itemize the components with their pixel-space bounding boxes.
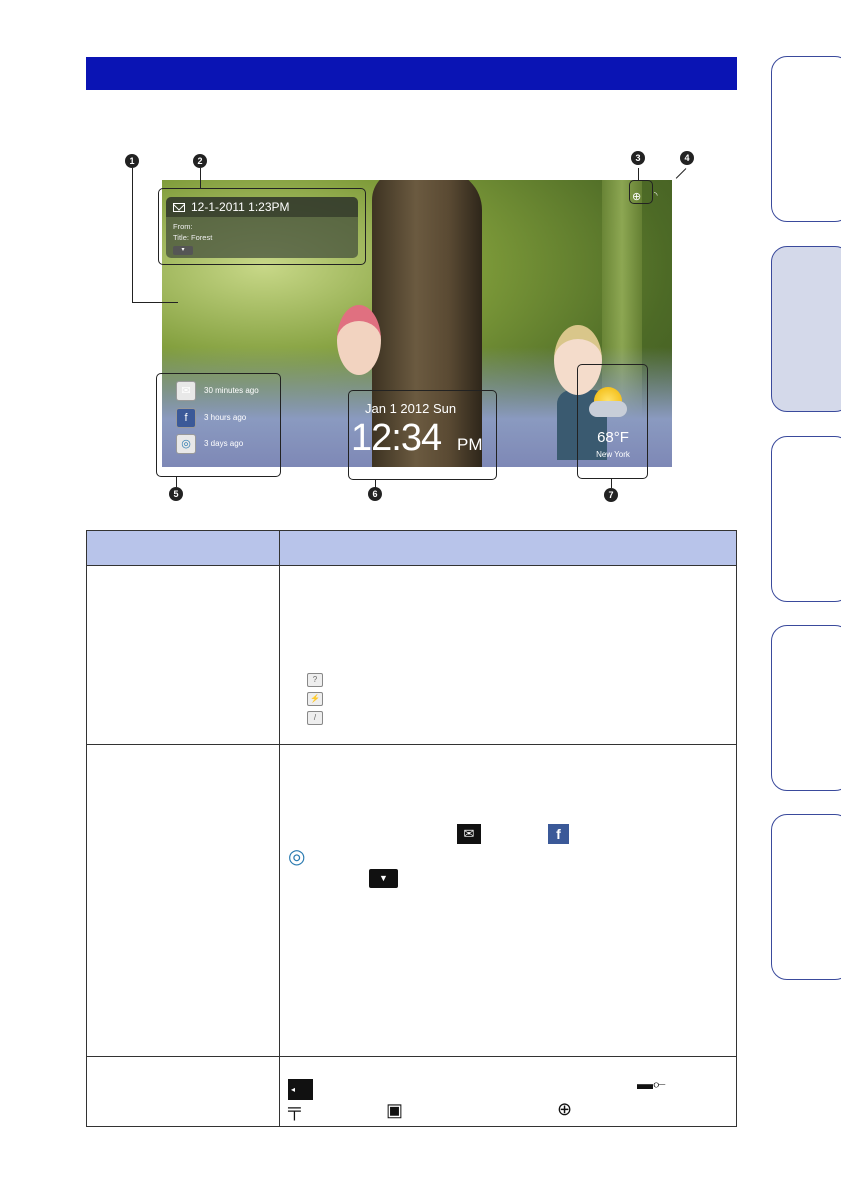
table-row-divider-1 [86, 744, 737, 745]
callout-number-5: 5 [169, 487, 183, 501]
side-tab-4[interactable] [771, 625, 841, 791]
callout-number-1: 1 [125, 154, 139, 168]
leader-line-2 [200, 168, 201, 188]
callout-box-3 [629, 180, 653, 204]
leader-line-5 [176, 477, 177, 487]
side-tab-1[interactable] [771, 56, 841, 222]
callout-number-7: 7 [604, 488, 618, 502]
internal-memory-icon: ▣ [386, 1100, 404, 1120]
network-icon: ⊕ [557, 1099, 573, 1119]
callout-box-2 [158, 188, 366, 265]
usb-network-icon: ╤ [288, 1099, 301, 1119]
mail-icon: ✉ [457, 824, 481, 844]
facebook-icon: f [548, 824, 569, 844]
side-tab-5[interactable] [771, 814, 841, 980]
leader-line-1b [132, 302, 178, 303]
table-header-row [87, 531, 736, 565]
expand-button-icon: ▼ [369, 869, 398, 888]
broken-file-icon: ⚡ [307, 692, 323, 706]
photo-sharing-icon: ◎ [288, 846, 306, 868]
callout-number-6: 6 [368, 487, 382, 501]
leader-line-7 [611, 479, 612, 488]
leader-line-4 [675, 168, 687, 179]
leader-line-3 [638, 168, 639, 180]
callout-box-6 [348, 390, 497, 480]
usb-icon: ▬⟜ [637, 1076, 666, 1093]
wifi-icon: ◝ [654, 190, 658, 200]
callout-number-2: 2 [193, 154, 207, 168]
side-tab-2[interactable] [771, 246, 841, 412]
callout-number-4: 4 [680, 151, 694, 165]
unsupported-file-icon: / [307, 711, 323, 725]
description-table [86, 530, 737, 1127]
table-row-divider-2 [86, 1056, 737, 1057]
table-header-divider [86, 565, 737, 566]
table-column-divider [279, 530, 280, 1127]
section-header-bar [86, 57, 737, 90]
callout-box-7 [577, 364, 648, 479]
side-tab-3[interactable] [771, 436, 841, 602]
callout-box-5 [156, 373, 281, 477]
leader-line-1 [132, 168, 133, 302]
unknown-file-icon: ? [307, 673, 323, 687]
callout-number-3: 3 [631, 151, 645, 165]
child-left [337, 305, 381, 375]
